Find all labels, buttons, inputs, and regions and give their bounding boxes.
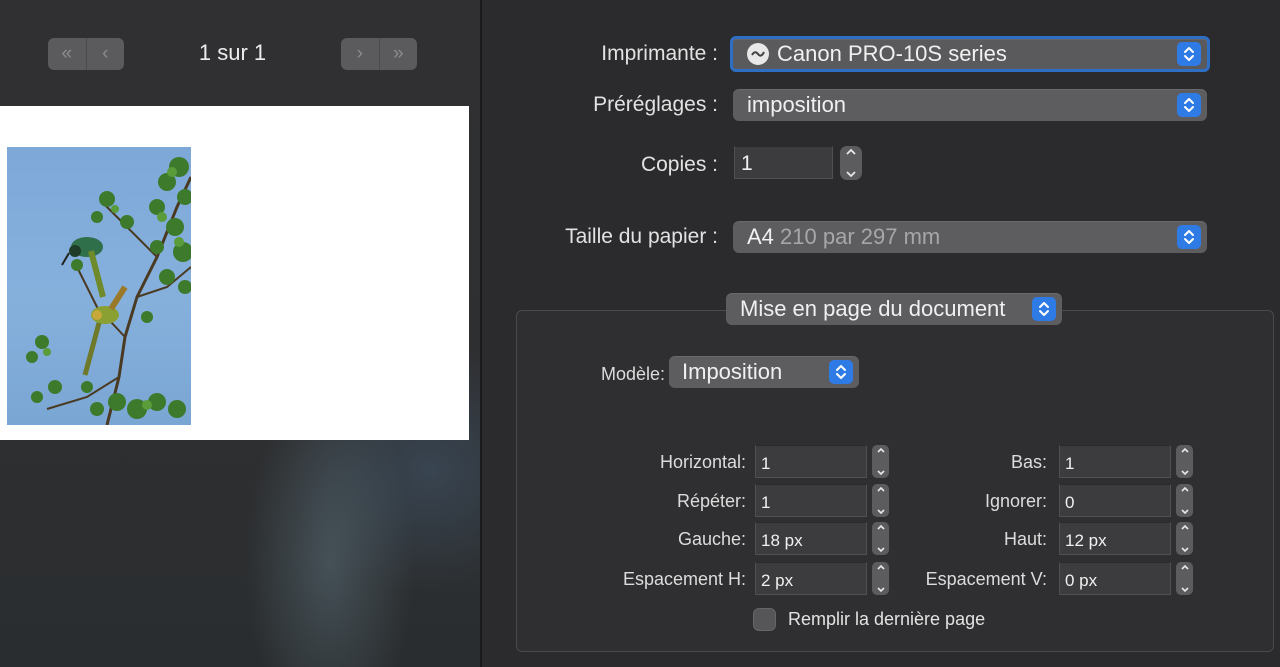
- double-chevron-left-icon[interactable]: «: [48, 38, 86, 70]
- presets-value: imposition: [747, 92, 847, 117]
- v-spacing-field[interactable]: 0 px: [1059, 562, 1171, 595]
- horizontal-label: Horizontal:: [659, 452, 746, 472]
- page-counter: 1 sur 1: [198, 40, 267, 65]
- popup-arrows-icon: [1177, 225, 1201, 249]
- bottom-label: Bas:: [1010, 452, 1047, 472]
- v-spacing-label: Espacement V:: [925, 569, 1047, 589]
- stepper-down-icon[interactable]: [1180, 546, 1190, 553]
- paper-size-popup[interactable]: A4 210 par 297 mm: [733, 221, 1207, 253]
- paper-size-name: A4: [747, 224, 774, 249]
- stepper-up-icon[interactable]: [845, 148, 857, 156]
- printer-label: Imprimante :: [601, 42, 718, 65]
- left-margin-label: Gauche:: [677, 529, 746, 549]
- stepper-up-icon[interactable]: [1180, 447, 1190, 454]
- stepper-up-icon[interactable]: [1180, 564, 1190, 571]
- popup-arrows-icon: [1177, 42, 1201, 66]
- model-value: Imposition: [682, 359, 783, 384]
- section-popup[interactable]: Mise en page du document: [726, 293, 1062, 325]
- chevron-left-icon[interactable]: ‹: [85, 38, 125, 70]
- paper-size-label: Taille du papier :: [565, 225, 718, 248]
- presets-label: Préréglages :: [593, 93, 718, 116]
- ignore-field[interactable]: 0: [1059, 484, 1171, 517]
- model-popup[interactable]: Imposition: [669, 356, 859, 388]
- fill-last-page-label[interactable]: Remplir la dernière page: [788, 609, 985, 630]
- nav-forward-group: › »: [341, 38, 417, 70]
- ignore-stepper[interactable]: [1176, 484, 1193, 517]
- copies-field[interactable]: 1: [734, 146, 833, 179]
- pane-divider: [480, 0, 482, 667]
- top-margin-stepper[interactable]: [1176, 522, 1193, 555]
- horizontal-field[interactable]: 1: [755, 445, 867, 478]
- top-margin-field[interactable]: 12 px: [1059, 522, 1171, 555]
- repeat-label: Répéter:: [676, 491, 746, 511]
- double-chevron-right-icon[interactable]: »: [378, 38, 418, 70]
- preview-photo: [7, 147, 191, 425]
- h-spacing-field[interactable]: 2 px: [755, 562, 867, 595]
- printer-popup[interactable]: Canon PRO-10S series: [730, 36, 1210, 72]
- ignore-label: Ignorer:: [984, 491, 1047, 511]
- presets-popup[interactable]: imposition: [733, 89, 1207, 121]
- section-value: Mise en page du document: [740, 296, 1006, 321]
- paper-size-detail: 210 par 297 mm: [780, 224, 941, 249]
- chevron-right-icon[interactable]: ›: [341, 38, 379, 70]
- nav-back-group: « ‹: [48, 38, 124, 70]
- preview-pane: « ‹ 1 sur 1 › »: [0, 0, 480, 667]
- left-margin-field[interactable]: 18 px: [755, 522, 867, 555]
- stepper-down-icon[interactable]: [1180, 586, 1190, 593]
- copies-stepper[interactable]: [840, 146, 862, 180]
- stepper-down-icon[interactable]: [1180, 508, 1190, 515]
- stepper-down-icon[interactable]: [845, 170, 857, 178]
- printer-value: Canon PRO-10S series: [777, 41, 1007, 66]
- popup-arrows-icon: [829, 360, 853, 384]
- fill-last-page-checkbox[interactable]: [753, 608, 776, 631]
- stepper-up-icon[interactable]: [1180, 524, 1190, 531]
- paper-size-value: A4 210 par 297 mm: [733, 224, 940, 250]
- copies-label: Copies :: [640, 153, 718, 176]
- layout-settings-panel: [516, 310, 1274, 652]
- repeat-field[interactable]: 1: [755, 484, 867, 517]
- v-spacing-stepper[interactable]: [1176, 562, 1193, 595]
- page-preview: [0, 106, 469, 440]
- printer-status-icon: [747, 43, 769, 65]
- bottom-stepper[interactable]: [1176, 445, 1193, 478]
- popup-arrows-icon: [1032, 297, 1056, 321]
- bottom-field[interactable]: 1: [1059, 445, 1171, 478]
- popup-arrows-icon: [1177, 93, 1201, 117]
- h-spacing-label: Espacement H:: [622, 569, 746, 589]
- stepper-down-icon[interactable]: [1180, 469, 1190, 476]
- model-label: Modèle:: [600, 364, 665, 384]
- top-margin-label: Haut:: [1003, 529, 1047, 549]
- stepper-up-icon[interactable]: [1180, 486, 1190, 493]
